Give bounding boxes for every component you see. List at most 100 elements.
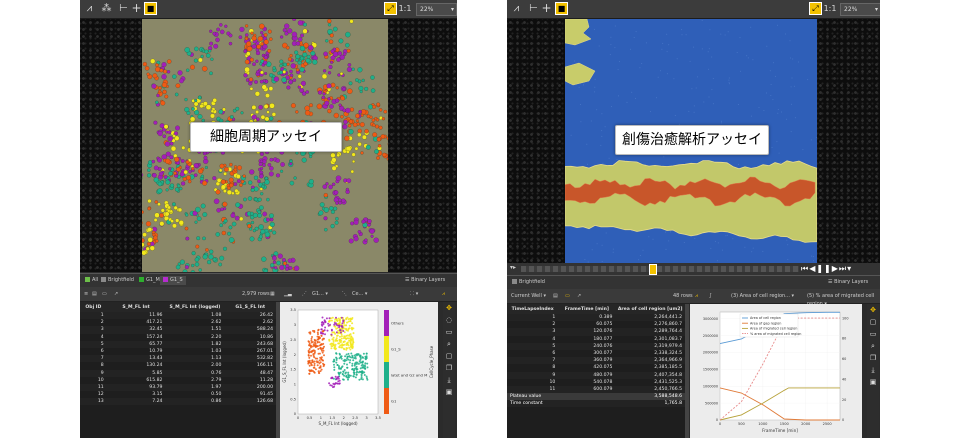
table-row[interactable]: 11 600.079 2,450,766.5 [507, 385, 685, 394]
rect-select-icon[interactable]: ▭ [443, 326, 455, 338]
tab-g1-s[interactable]: G1_S [160, 276, 186, 285]
scatter-point [344, 355, 347, 358]
table-row[interactable]: 10 615.82 2.79 11.28 [80, 377, 276, 384]
binary-layers-button[interactable]: ☰ Binary Layers [825, 278, 871, 287]
share-icon[interactable]: ↗ [577, 292, 581, 300]
comment-icon[interactable]: ▢ [867, 316, 879, 328]
plot-settings-icon[interactable]: ⸬ ▾ [410, 290, 418, 298]
table-row[interactable]: 6 300.077 2,338,324.5 [507, 350, 685, 357]
actual-size-icon[interactable]: 1:1 [398, 2, 412, 15]
table-row[interactable]: 10 540.078 2,431,525.3 [507, 379, 685, 386]
table-row[interactable]: 1 0.389 2,264,441.2 [507, 314, 685, 322]
histogram-chart-icon[interactable]: ▁▃ [284, 290, 292, 298]
scatter-type-icon[interactable]: ⋰ [302, 290, 307, 298]
table-row[interactable]: 2 60.075 2,276,860.7 [507, 321, 685, 328]
table-cell: 600.079 [558, 385, 616, 394]
scatter-point [329, 384, 332, 387]
column-header[interactable]: G1_S_FL Int [224, 302, 276, 312]
chart-view-icon[interactable]: ⩘ [442, 290, 445, 298]
line-chart[interactable]: 0 500 1000 1500 2000 250005000001000000150000… [690, 304, 862, 438]
download-icon[interactable]: ⤓ [867, 364, 879, 376]
column-header[interactable]: FrameTime [min] [558, 304, 616, 314]
timeline-handle[interactable] [649, 264, 657, 275]
table-row[interactable]: 13 7.24 0.86 126.68 [80, 398, 276, 406]
curve-icon[interactable]: ∫ [709, 292, 712, 300]
measure-icon[interactable]: ⊢ [117, 2, 130, 15]
tab-g1-m[interactable]: G1_M [136, 276, 163, 285]
column-header[interactable]: Obj ID [80, 302, 107, 312]
download-icon[interactable]: ⤓ [443, 374, 455, 386]
tab-brightfield[interactable]: Brightfield [509, 278, 548, 287]
binary-layers-button[interactable]: ☰ Binary Layers [402, 276, 448, 285]
crosshair-icon[interactable]: + [541, 2, 552, 15]
select-icon[interactable]: ▭ [867, 328, 879, 340]
zoom-select[interactable]: 22% ▾ [416, 3, 457, 16]
comment-icon[interactable]: ▢ [443, 350, 455, 362]
table-row[interactable]: 2 417.21 2.62 2.62 [80, 319, 276, 326]
measure-icon[interactable]: ⊢ [527, 2, 540, 15]
timeline-menu-icon[interactable]: ▾▸ [510, 264, 516, 271]
y-axis-icon[interactable]: ⋱ [342, 290, 347, 298]
save-icon[interactable]: ▣ [867, 376, 879, 388]
column-header[interactable]: S_M_FL Int [106, 302, 166, 312]
current-well-select[interactable]: Current Well ▾ [511, 292, 546, 300]
fit-to-window-icon[interactable]: ⤢ [809, 2, 822, 15]
crosshair-icon[interactable]: + [131, 2, 142, 15]
histogram-icon[interactable]: ⩘ [510, 2, 523, 15]
table-row[interactable]: 9 480.079 2,407,354.8 [507, 371, 685, 379]
table-row[interactable]: 1 11.96 1.08 26.42 [80, 312, 276, 320]
export-icon[interactable]: ▭ [565, 292, 570, 300]
timeline-track[interactable] [521, 266, 799, 272]
export-icon[interactable]: ▭ [102, 290, 107, 298]
table-row[interactable]: 9 5.85 0.76 48.47 [80, 369, 276, 377]
scatter-point [359, 358, 362, 361]
chart-type-icon[interactable]: ▦ [270, 290, 275, 298]
table-cell: 0.389 [558, 314, 616, 322]
zoom-select[interactable]: 22% ▾ [840, 3, 880, 16]
scatter-point [336, 320, 339, 323]
table-row[interactable]: 3 120.076 2,289,764.4 [507, 328, 685, 336]
table-scrollbar[interactable] [685, 304, 689, 438]
copy-icon[interactable]: ❐ [867, 352, 879, 364]
column-header[interactable]: S_M_FL Int (logged) [165, 302, 225, 312]
lasso-icon[interactable]: ◌ [443, 314, 455, 326]
table-row[interactable]: 8 420.075 2,385,185.5 [507, 364, 685, 371]
table-row[interactable]: 4 157.24 2.20 10.86 [80, 334, 276, 341]
table-row[interactable]: 3 32.45 1.51 588.24 [80, 326, 276, 334]
table-row[interactable]: 11 93.79 1.97 200.00 [80, 383, 276, 392]
zoom-icon[interactable]: ⌕ [443, 338, 455, 350]
column-header[interactable]: Area of cell region [um2] [615, 304, 685, 314]
playback-controls[interactable]: ⏮◀❚❚▶⏭▾ [801, 263, 852, 275]
table-row[interactable]: 6 10.79 1.03 267.01 [80, 348, 276, 355]
layer-toggle-icon[interactable]: ■ [144, 2, 157, 15]
copy-icon[interactable]: ❐ [443, 362, 455, 374]
fit-to-window-icon[interactable]: ⤢ [384, 2, 397, 15]
table-row[interactable]: 7 360.079 2,364,966.9 [507, 357, 685, 365]
actual-size-icon[interactable]: 1:1 [823, 2, 837, 15]
share-icon[interactable]: ↗ [114, 290, 118, 298]
column-header[interactable]: TimeLapseIndex [507, 304, 559, 314]
x-axis-select[interactable]: G1... ▾ [312, 290, 328, 298]
table-row[interactable]: 4 180.077 2,301,083.7 [507, 336, 685, 343]
table-row[interactable]: 7 13.43 1.13 532.82 [80, 355, 276, 363]
zoom-icon[interactable]: ⌕ [867, 340, 879, 352]
collapse-icon[interactable]: ≡ [84, 290, 88, 298]
table-row[interactable]: 5 65.77 1.82 243.68 [80, 340, 276, 348]
legend-label: Area of cell region [750, 316, 781, 320]
move-icon[interactable]: ✥ [867, 304, 879, 316]
table-row[interactable]: 12 3.15 0.50 91.45 [80, 391, 276, 398]
y-left-select[interactable]: (3) Area of cell region... ▾ [731, 292, 794, 300]
table-icon[interactable]: ▤ [92, 290, 97, 298]
tab-brightfield[interactable]: Brightfield [98, 276, 137, 285]
move-icon[interactable]: ✥ [443, 302, 455, 314]
save-icon[interactable]: ▣ [443, 386, 455, 398]
histogram-icon[interactable]: ⩘ [83, 2, 96, 15]
line-chart-icon[interactable]: ⩘ [695, 292, 698, 300]
table-icon[interactable]: ▤ [553, 292, 558, 300]
objects-icon[interactable]: ⁂ [100, 2, 113, 15]
scatter-plot[interactable]: 0 0.5 1 1.5 2 2.5 3 3.500.511.522.533.5S_M_FL I… [280, 302, 438, 438]
layer-toggle-icon[interactable]: ■ [555, 2, 568, 15]
table-row[interactable]: 5 240.076 2,319,979.4 [507, 342, 685, 350]
table-row[interactable]: 8 130.24 2.00 166.11 [80, 362, 276, 369]
color-select[interactable]: Ce... ▾ [352, 290, 367, 298]
